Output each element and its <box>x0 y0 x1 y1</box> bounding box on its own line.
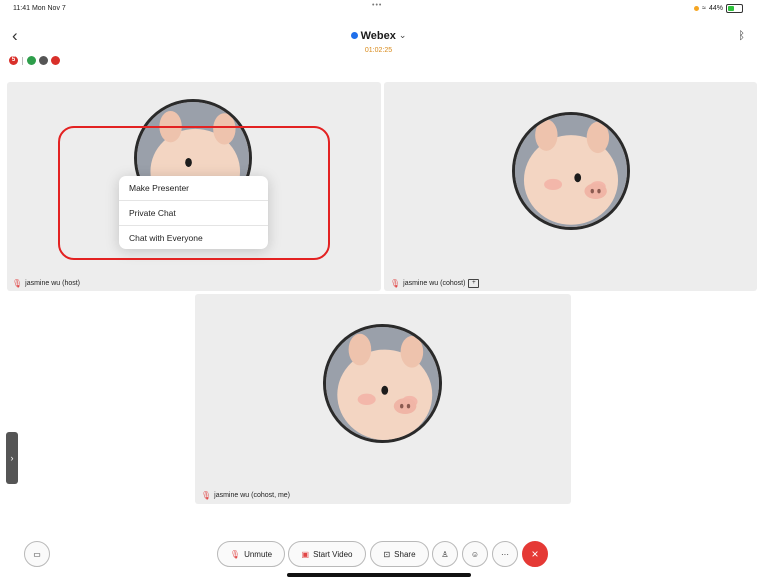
close-icon: × <box>531 547 539 561</box>
meeting-header: Webex ⌄ 01:02:25 <box>0 26 757 54</box>
tile-name-label: 🎙︎ jasmine wu (host) <box>12 279 80 288</box>
tile-name-label: 🎙︎ jasmine wu (cohost, me) <box>201 491 290 500</box>
participant-count-badge[interactable]: 5 <box>9 56 18 65</box>
end-call-button[interactable]: × <box>522 541 548 567</box>
participant-name: jasmine wu (host) <box>25 280 81 287</box>
meeting-title-button[interactable]: Webex ⌄ <box>350 29 407 42</box>
start-video-button[interactable]: ▣ Start Video <box>288 541 366 567</box>
home-indicator[interactable] <box>287 573 471 577</box>
chat-button[interactable]: ▭ <box>24 541 50 567</box>
battery-icon <box>726 4 743 13</box>
unmute-label: Unmute <box>244 549 273 559</box>
battery-percent: 44% <box>708 5 723 12</box>
bluetooth-icon[interactable]: ᛒ <box>738 30 745 42</box>
divider <box>22 56 23 65</box>
video-off-icon: ▣ <box>301 549 310 559</box>
mic-muted-icon: 🎙︎ <box>229 549 241 559</box>
recording-indicator-icon[interactable] <box>51 56 60 65</box>
meeting-timer: 01:02:25 <box>364 47 393 54</box>
video-tile-cohost[interactable]: 🎙︎ jasmine wu (cohost) + <box>384 82 757 291</box>
audio-indicator-icon[interactable] <box>27 56 36 65</box>
emoji-icon: ☺ <box>470 549 480 559</box>
status-bar: 11:41 Mon Nov 7 ••• ≈ 44% <box>0 0 757 18</box>
link-indicator-icon[interactable] <box>39 56 48 65</box>
chat-icon: ▭ <box>33 549 41 559</box>
multitask-dots-icon[interactable]: ••• <box>372 2 382 9</box>
more-icon: ··· <box>501 549 509 559</box>
more-options-button[interactable]: ··· <box>492 541 518 567</box>
shield-icon <box>350 32 358 39</box>
chevron-down-icon: ⌄ <box>398 30 407 40</box>
share-screen-icon: ⊡ <box>383 549 391 559</box>
start-video-label: Start Video <box>313 549 353 559</box>
avatar <box>323 324 442 443</box>
avatar <box>512 112 630 230</box>
share-button[interactable]: ⊡ Share <box>370 541 429 567</box>
participant-badges: 5 <box>9 56 60 65</box>
participant-name: jasmine wu (cohost, me) <box>214 492 291 499</box>
chevron-right-icon: › <box>10 453 14 463</box>
mic-muted-icon: 🎙︎ <box>12 279 23 288</box>
participants-button[interactable]: ♙ <box>432 541 458 567</box>
wifi-icon: ≈ <box>702 5 706 12</box>
status-indicators: ≈ 44% <box>694 4 743 13</box>
highlight-annotation <box>58 126 330 260</box>
reactions-button[interactable]: ☺ <box>462 541 488 567</box>
share-screen-icon: + <box>468 279 480 288</box>
mic-muted-icon: 🎙︎ <box>201 491 212 500</box>
share-label: Share <box>394 549 416 559</box>
tile-name-label: 🎙︎ jasmine wu (cohost) + <box>390 279 480 288</box>
side-drawer-handle[interactable]: › <box>6 432 18 484</box>
pig-avatar-image <box>326 327 439 440</box>
mic-in-use-indicator-icon <box>694 6 700 11</box>
participant-name: jasmine wu (cohost) <box>403 280 466 287</box>
status-time: 11:41 Mon Nov 7 <box>13 5 66 12</box>
unmute-button[interactable]: 🎙︎ Unmute <box>217 541 285 567</box>
meeting-title: Webex <box>360 29 396 42</box>
mic-muted-icon: 🎙︎ <box>390 279 401 288</box>
participants-icon: ♙ <box>441 549 449 559</box>
pig-avatar-image <box>515 115 627 227</box>
video-tile-self[interactable]: 🎙︎ jasmine wu (cohost, me) <box>195 294 571 504</box>
